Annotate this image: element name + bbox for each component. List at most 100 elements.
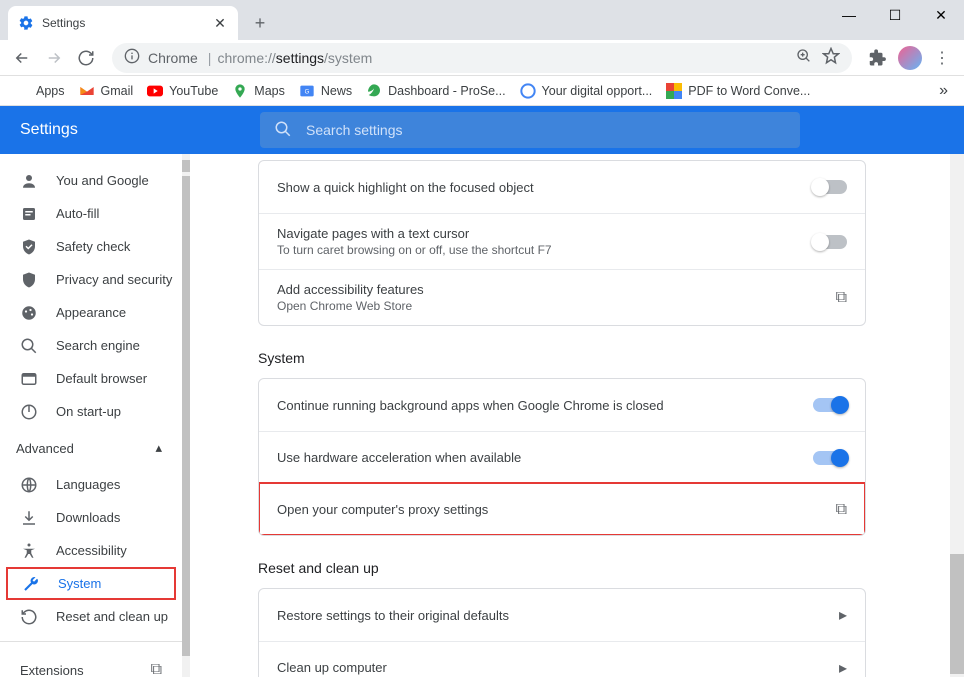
sidebar-accessibility[interactable]: Accessibility xyxy=(0,534,182,567)
bookmarks-bar: Apps Gmail YouTube Maps G News Dashboard… xyxy=(0,76,964,106)
tab-title: Settings xyxy=(42,16,85,30)
bookmark-news[interactable]: G News xyxy=(293,79,358,103)
bookmark-star-icon[interactable] xyxy=(822,47,840,68)
toggle-hw-accel[interactable] xyxy=(813,451,847,465)
restore-icon xyxy=(20,608,38,626)
gear-icon xyxy=(18,15,34,31)
new-tab-button[interactable]: + xyxy=(246,9,274,37)
section-title-system: System xyxy=(258,350,950,366)
bookmark-maps[interactable]: Maps xyxy=(226,79,291,103)
palette-icon xyxy=(20,304,38,322)
url-strong: settings xyxy=(276,50,324,66)
close-tab-button[interactable]: ✕ xyxy=(212,15,228,31)
menu-button[interactable]: ⋮ xyxy=(928,44,956,72)
row-quick-highlight[interactable]: Show a quick highlight on the focused ob… xyxy=(259,161,865,213)
sidebar-advanced[interactable]: Advanced▴ xyxy=(0,428,182,468)
pdf-icon xyxy=(666,83,682,99)
chevron-right-icon: ▸ xyxy=(839,605,847,625)
external-link-icon: ⧉ xyxy=(836,501,847,519)
leaf-icon xyxy=(366,83,382,99)
sidebar-downloads[interactable]: Downloads xyxy=(0,501,182,534)
toggle-bg-apps[interactable] xyxy=(813,398,847,412)
settings-title: Settings xyxy=(0,121,260,139)
google-icon xyxy=(520,83,536,99)
address-bar[interactable]: Chrome | chrome://settings/system xyxy=(112,43,852,73)
browser-toolbar: Chrome | chrome://settings/system ⋮ xyxy=(0,40,964,76)
svg-text:G: G xyxy=(305,89,310,95)
sidebar-system[interactable]: System xyxy=(6,567,176,600)
maximize-button[interactable]: ☐ xyxy=(872,0,918,30)
row-cleanup[interactable]: Clean up computer ▸ xyxy=(259,641,865,677)
sidebar-languages[interactable]: Languages xyxy=(0,468,182,501)
sidebar-safety-check[interactable]: Safety check xyxy=(0,230,182,263)
system-card: Continue running background apps when Go… xyxy=(258,378,866,536)
row-background-apps[interactable]: Continue running background apps when Go… xyxy=(259,379,865,431)
power-icon xyxy=(20,403,38,421)
external-link-icon: ⧉ xyxy=(151,661,162,677)
sidebar-autofill[interactable]: Auto-fill xyxy=(0,197,182,230)
download-icon xyxy=(20,509,38,527)
sidebar-scrollbar[interactable] xyxy=(182,154,190,677)
sidebar-extensions[interactable]: Extensions⧉ xyxy=(0,650,182,677)
reset-card: Restore settings to their original defau… xyxy=(258,588,866,677)
shield-check-icon xyxy=(20,238,38,256)
settings-search[interactable]: Search settings xyxy=(260,112,800,148)
settings-content: You and Google Auto-fill Safety check Pr… xyxy=(0,154,964,677)
row-restore-defaults[interactable]: Restore settings to their original defau… xyxy=(259,589,865,641)
sidebar-search-engine[interactable]: Search engine xyxy=(0,329,182,362)
forward-button[interactable] xyxy=(40,44,68,72)
settings-header: Settings Search settings xyxy=(0,106,964,154)
titlebar: Settings ✕ + — ☐ ✕ xyxy=(0,0,964,40)
search-icon xyxy=(20,337,38,355)
sidebar-reset[interactable]: Reset and clean up xyxy=(0,600,182,633)
url-rest: /system xyxy=(324,50,372,66)
wrench-icon xyxy=(22,575,40,593)
browser-tab[interactable]: Settings ✕ xyxy=(8,6,238,40)
close-window-button[interactable]: ✕ xyxy=(918,0,964,30)
bookmarks-overflow[interactable]: » xyxy=(931,78,956,104)
minimize-button[interactable]: — xyxy=(826,0,872,30)
youtube-icon xyxy=(147,83,163,99)
search-placeholder: Search settings xyxy=(306,122,403,138)
bookmark-digital[interactable]: Your digital opport... xyxy=(514,79,659,103)
zoom-icon[interactable] xyxy=(796,48,812,67)
bookmark-youtube[interactable]: YouTube xyxy=(141,79,224,103)
browser-icon xyxy=(20,370,38,388)
back-button[interactable] xyxy=(8,44,36,72)
bookmark-gmail[interactable]: Gmail xyxy=(73,79,140,103)
reload-button[interactable] xyxy=(72,44,100,72)
person-icon xyxy=(20,172,38,190)
sidebar-you-and-google[interactable]: You and Google xyxy=(0,164,182,197)
globe-icon xyxy=(20,476,38,494)
bookmark-dashboard[interactable]: Dashboard - ProSe... xyxy=(360,79,511,103)
settings-main: Show a quick highlight on the focused ob… xyxy=(190,154,964,677)
apps-icon xyxy=(14,83,30,99)
shield-icon xyxy=(20,271,38,289)
search-icon xyxy=(274,120,292,141)
main-scrollbar[interactable] xyxy=(950,154,964,677)
row-proxy-settings[interactable]: Open your computer's proxy settings ⧉ xyxy=(259,483,865,535)
external-link-icon: ⧉ xyxy=(836,289,847,307)
bookmark-pdf[interactable]: PDF to Word Conve... xyxy=(660,79,816,103)
row-hw-accel[interactable]: Use hardware acceleration when available xyxy=(259,431,865,483)
settings-sidebar: You and Google Auto-fill Safety check Pr… xyxy=(0,154,182,677)
chevron-up-icon: ▴ xyxy=(155,440,162,456)
row-caret-browsing[interactable]: Navigate pages with a text cursorTo turn… xyxy=(259,213,865,269)
profile-avatar[interactable] xyxy=(896,44,924,72)
window-controls: — ☐ ✕ xyxy=(826,0,964,30)
sidebar-privacy[interactable]: Privacy and security xyxy=(0,263,182,296)
bookmark-apps[interactable]: Apps xyxy=(8,79,71,103)
maps-icon xyxy=(232,83,248,99)
extensions-icon[interactable] xyxy=(864,44,892,72)
toggle-quick-highlight[interactable] xyxy=(813,180,847,194)
sidebar-default-browser[interactable]: Default browser xyxy=(0,362,182,395)
omnibox-chrome-label: Chrome xyxy=(148,50,198,66)
sidebar-appearance[interactable]: Appearance xyxy=(0,296,182,329)
row-add-accessibility[interactable]: Add accessibility featuresOpen Chrome We… xyxy=(259,269,865,325)
url-prefix: chrome:// xyxy=(217,50,275,66)
chevron-right-icon: ▸ xyxy=(839,658,847,678)
toggle-caret[interactable] xyxy=(813,235,847,249)
site-info-icon[interactable] xyxy=(124,48,140,67)
gmail-icon xyxy=(79,83,95,99)
sidebar-on-startup[interactable]: On start-up xyxy=(0,395,182,428)
